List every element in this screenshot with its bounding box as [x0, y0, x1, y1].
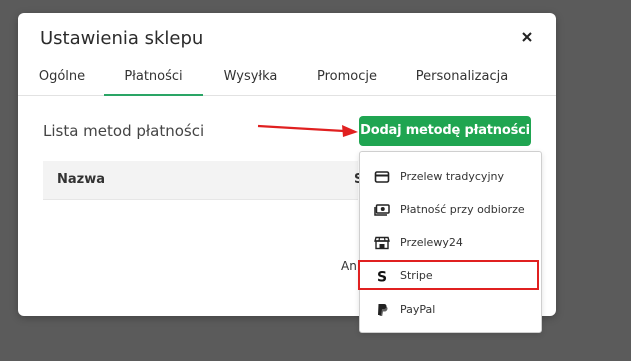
- tab-label: Płatności: [124, 69, 183, 84]
- add-payment-method-button[interactable]: Dodaj metodę płatności: [359, 116, 531, 146]
- credit-card-icon: [374, 171, 390, 183]
- cash-icon: [374, 204, 390, 216]
- menu-item-paypal[interactable]: PayPal: [360, 294, 541, 326]
- tab-label: Promocje: [317, 69, 377, 84]
- tab-promocje[interactable]: Promocje: [312, 68, 382, 95]
- menu-item-stripe[interactable]: S Stripe: [360, 260, 541, 292]
- column-header-name: Nazwa: [57, 172, 106, 187]
- table-header: Nazwa S: [43, 161, 363, 200]
- payment-methods-title: Lista metod płatności: [43, 122, 205, 140]
- settings-tabs: Ogólne Płatności Wysyłka Promocje Person…: [18, 68, 556, 96]
- tab-platnosci[interactable]: Płatności: [104, 68, 203, 96]
- menu-item-label: Stripe: [400, 269, 433, 282]
- modal-title: Ustawienia sklepu: [40, 28, 204, 49]
- annotation-arrow: [257, 124, 358, 137]
- menu-item-platnosc-przy-odbiorze[interactable]: Płatność przy odbiorze: [360, 194, 541, 226]
- menu-item-label: Przelewy24: [400, 236, 463, 249]
- store-icon: [374, 236, 390, 250]
- paypal-icon: [378, 304, 388, 316]
- stripe-icon: S: [377, 270, 387, 284]
- menu-item-label: PayPal: [400, 303, 436, 316]
- tab-ogolne[interactable]: Ogólne: [32, 68, 92, 95]
- menu-item-label: Przelew tradycyjny: [400, 170, 504, 183]
- menu-item-przelewy24[interactable]: Przelewy24: [360, 227, 541, 259]
- payment-method-dropdown: Przelew tradycyjny Płatność przy odbiorz…: [359, 151, 542, 333]
- tab-personalizacja[interactable]: Personalizacja: [413, 68, 511, 95]
- tab-wysylka[interactable]: Wysyłka: [219, 68, 282, 95]
- tab-label: Wysyłka: [223, 69, 278, 84]
- tab-label: Ogólne: [38, 69, 86, 84]
- tab-label: Personalizacja: [415, 69, 509, 84]
- svg-text:S: S: [377, 270, 387, 284]
- close-icon[interactable]: [518, 28, 536, 46]
- empty-table-message: An: [341, 259, 357, 273]
- menu-item-przelew-tradycyjny[interactable]: Przelew tradycyjny: [360, 161, 541, 193]
- menu-item-label: Płatność przy odbiorze: [400, 203, 525, 216]
